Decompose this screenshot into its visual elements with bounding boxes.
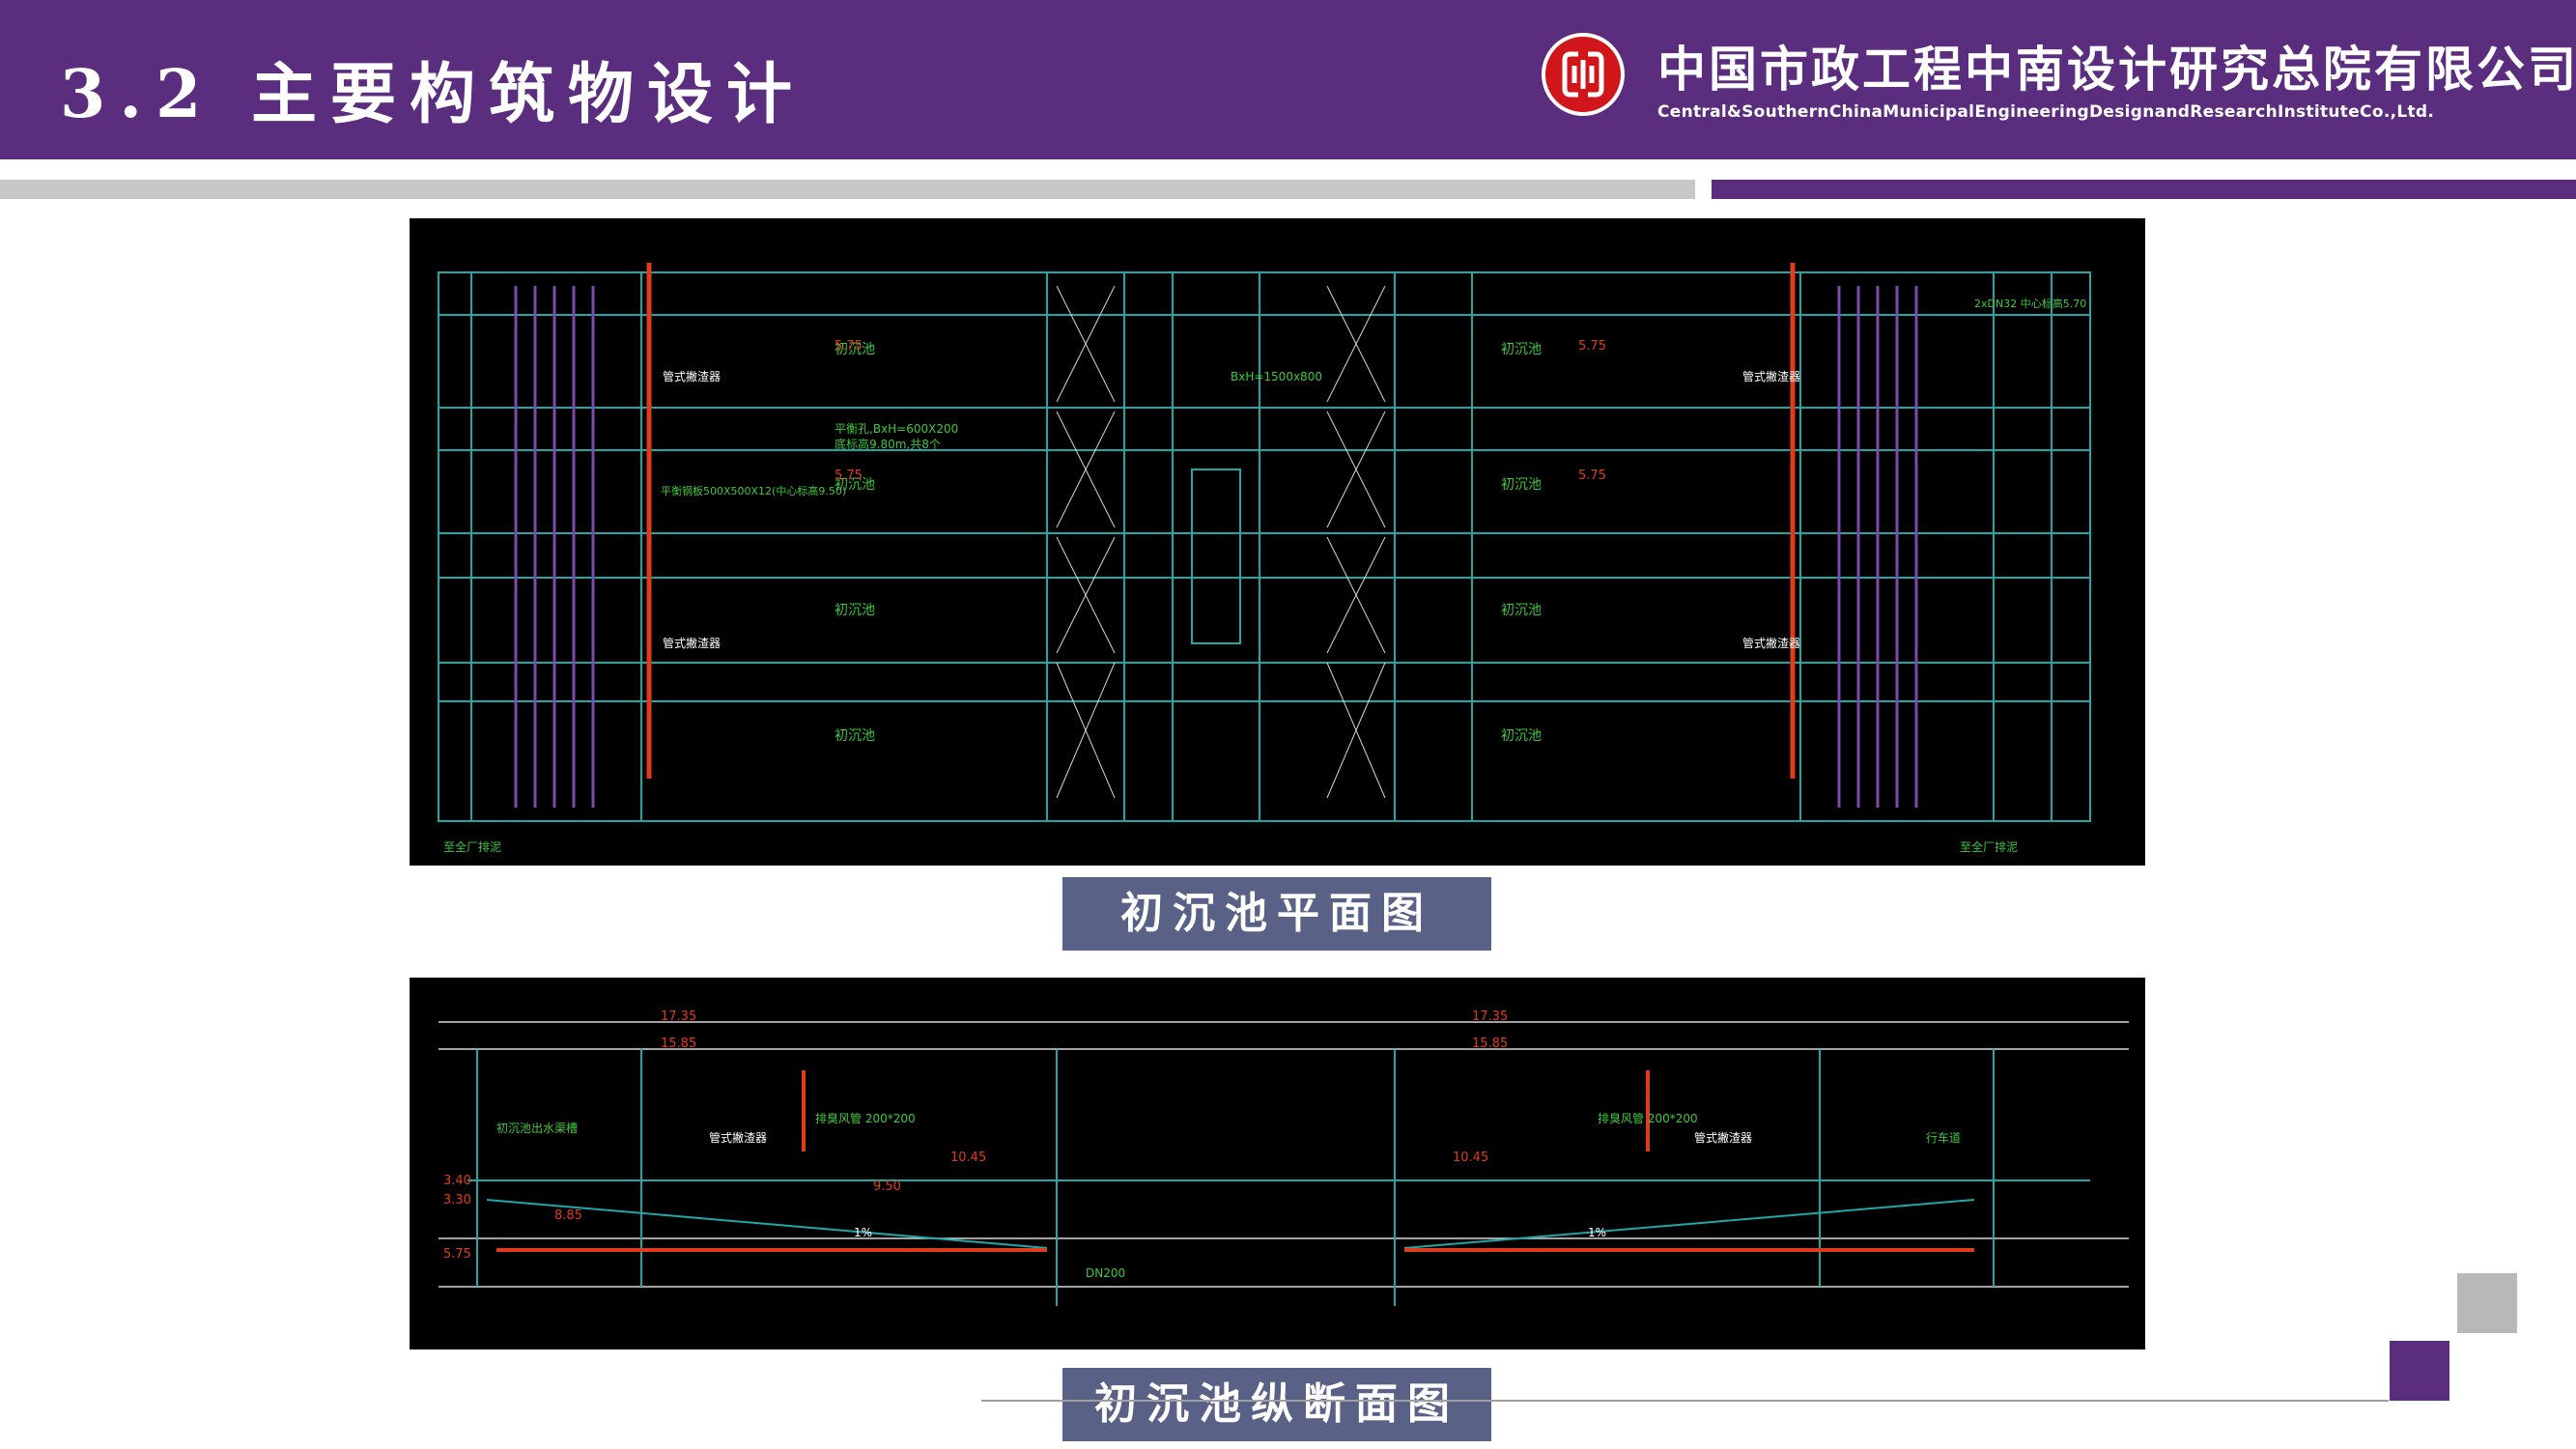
plan-label-pool: 初沉池: [835, 602, 875, 618]
section-elev: 9.50: [873, 1179, 901, 1194]
plan-drawing: 初沉池 初沉池 初沉池 初沉池 初沉池 初沉池 初沉池 初沉池 平衡孔,BxH=…: [410, 218, 2145, 866]
plan-elevation: 5.75: [835, 469, 863, 483]
company-logo-icon: [1542, 33, 1625, 116]
section-elev: 15.85: [1472, 1037, 1508, 1051]
plan-drain: 至全厂排泥: [443, 839, 501, 854]
plan-balance-pipe: 平衡钢板500X500X12(中心标高9.50): [661, 484, 846, 497]
plan-scraper: 管式撇渣器: [1742, 636, 1800, 650]
page-title: 3.2 主要构筑物设计: [60, 56, 806, 133]
section-elev: 8.85: [554, 1208, 582, 1223]
section-elev: 3.30: [443, 1193, 471, 1208]
plan-label-pool: 初沉池: [1501, 602, 1542, 618]
divider-purple: [1712, 180, 2576, 199]
section-elev: 17.35: [661, 1009, 696, 1024]
plan-label-pool: 初沉池: [1501, 476, 1542, 493]
plan-channel-size: BxH=1500x800: [1231, 370, 1322, 384]
header-bar: 3.2 主要构筑物设计 中国市政工程中南设计研究总院有限公司 Central&S…: [0, 0, 2576, 159]
section-walkway: 行车道: [1926, 1130, 1961, 1145]
plan-elevation: 5.75: [1578, 339, 1606, 354]
section-slope: 1%: [1588, 1226, 1606, 1239]
section-scraper: 管式撇渣器: [1694, 1130, 1752, 1145]
plan-elevation: 5.75: [835, 339, 863, 354]
section-air-pipe: 排臭风管 200*200: [815, 1111, 916, 1125]
section-drawing: 17.35 17.35 15.85 15.85 10.45 10.45 9.50…: [410, 978, 2145, 1350]
section-elev: 17.35: [1472, 1009, 1508, 1024]
section-elev: 3.40: [443, 1174, 471, 1188]
plan-elevation: 5.75: [1578, 469, 1606, 483]
section-scraper: 管式撇渣器: [709, 1130, 767, 1145]
section-channel-note: 初沉池出水渠槽: [496, 1122, 578, 1135]
section-dn: DN200: [1086, 1266, 1125, 1280]
divider-gray: [0, 180, 1695, 199]
plan-label-pool: 初沉池: [1501, 341, 1542, 357]
section-slope: 1%: [854, 1226, 872, 1239]
plan-scraper: 管式撇渣器: [663, 369, 721, 384]
plan-label-pool: 初沉池: [835, 727, 875, 744]
decor-square-purple: [2390, 1341, 2449, 1401]
plan-scraper: 管式撇渣器: [1742, 369, 1800, 384]
section-caption: 初沉池纵断面图: [1062, 1368, 1491, 1441]
plan-hole-note: 平衡孔,BxH=600X200: [835, 422, 958, 436]
plan-hole-note2: 底标高9.80m,共8个: [835, 437, 941, 451]
section-elev: 5.75: [443, 1247, 471, 1262]
plan-label-pool: 初沉池: [1501, 727, 1542, 744]
section-elev: 15.85: [661, 1037, 696, 1051]
plan-scraper: 管式撇渣器: [663, 636, 721, 650]
decor-line: [981, 1400, 2389, 1402]
plan-drain: 至全厂排泥: [1960, 839, 2018, 854]
plan-elev-right: 2xDN32 中心标高5.70: [1974, 297, 2086, 310]
section-elev: 10.45: [1453, 1151, 1488, 1165]
plan-caption: 初沉池平面图: [1062, 877, 1491, 951]
company-name-en: Central&SouthernChinaMunicipalEngineerin…: [1657, 102, 2435, 122]
section-elev: 10.45: [950, 1151, 986, 1165]
section-air-pipe: 排臭风管 200*200: [1598, 1111, 1698, 1125]
company-name-cn: 中国市政工程中南设计研究总院有限公司: [1657, 42, 2576, 98]
decor-square-gray: [2457, 1273, 2517, 1333]
